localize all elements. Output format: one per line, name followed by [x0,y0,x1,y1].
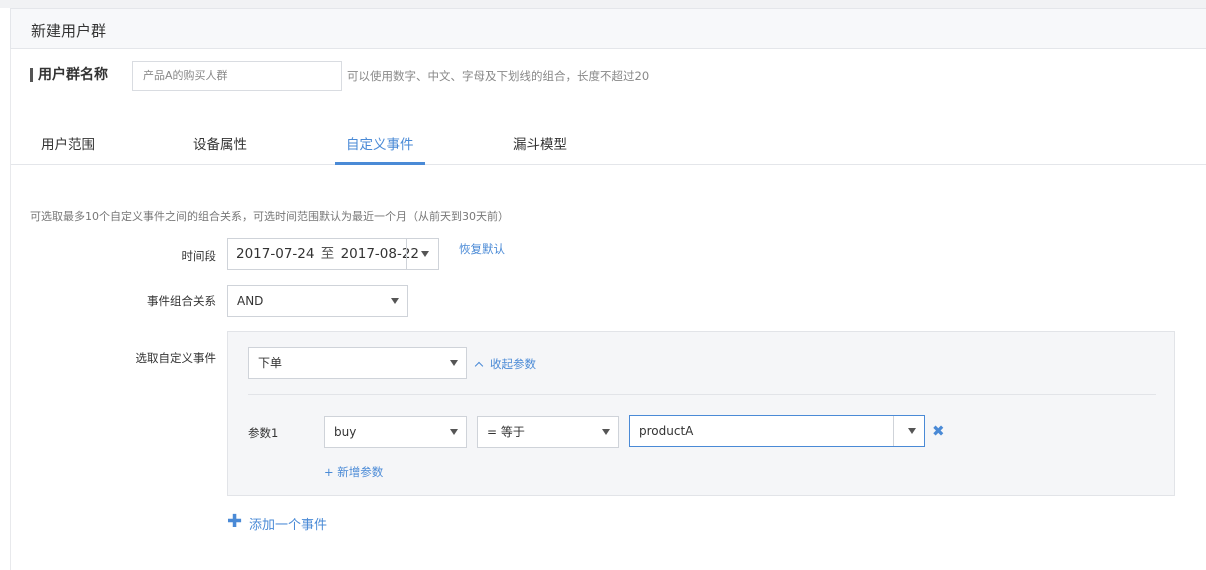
event-select-label: 选取自定义事件 [135,351,217,365]
content-left-border [10,49,11,570]
param-value-divider [893,416,894,446]
param-key-select[interactable]: buy [324,416,467,448]
combination-select[interactable]: AND [227,285,408,317]
param-value-select[interactable]: productA [629,415,925,447]
event-select[interactable]: 下单 [248,347,467,379]
date-range-text: 2017-07-24 至 2017-08-22 [236,239,419,269]
date-separator: 至 [320,246,335,262]
date-range-picker[interactable]: 2017-07-24 至 2017-08-22 [227,238,439,270]
date-range-divider [406,239,407,269]
close-icon[interactable]: ✖ [932,424,945,439]
group-name-input[interactable]: 产品A的购买人群 [132,61,342,91]
tab-funnel-model[interactable]: 漏斗模型 [513,137,567,165]
chevron-down-icon [450,429,458,435]
header-bar: 新建用户群 [10,8,1206,49]
chevron-down-icon [450,360,458,366]
group-name-label: 用户群名称 [30,68,108,82]
tab-user-range[interactable]: 用户范围 [41,137,95,165]
top-strip [0,0,1206,8]
custom-event-note: 可选取最多10个自定义事件之间的组合关系，可选时间范围默认为最近一个月（从前天到… [30,210,509,223]
end-date: 2017-08-22 [340,246,420,262]
panel-divider [248,394,1156,395]
combination-label: 事件组合关系 [147,294,216,308]
plus-icon[interactable]: ✚ [227,513,242,531]
param-operator-select[interactable]: = 等于 [477,416,619,448]
add-event-link[interactable]: 添加一个事件 [249,514,327,533]
collapse-params-link[interactable]: 收起参数 [474,356,536,372]
group-name-hint: 可以使用数字、中文、字母及下划线的组合，长度不超过20 [347,69,650,83]
chevron-down-icon[interactable] [421,251,429,257]
start-date: 2017-07-24 [236,246,315,262]
reset-default-link[interactable]: 恢复默认 [459,241,505,257]
page-title: 新建用户群 [31,22,107,40]
combination-value: AND [237,294,264,308]
event-value: 下单 [258,356,283,370]
param-value: productA [639,424,694,438]
tab-custom-events[interactable]: 自定义事件 [335,137,425,165]
param-operator-value: = 等于 [487,425,525,439]
chevron-down-icon [391,298,399,304]
add-param-link[interactable]: + 新增参数 [324,464,383,480]
param-key-value: buy [334,425,357,439]
chevron-down-icon [908,428,916,434]
chevron-up-icon [474,361,484,371]
param-label: 参数1 [248,426,279,440]
tab-bar: 用户范围 设备属性 自定义事件 漏斗模型 [11,130,1206,165]
tab-device-attributes[interactable]: 设备属性 [193,137,247,165]
collapse-params-label: 收起参数 [490,357,536,371]
chevron-down-icon [602,429,610,435]
period-label: 时间段 [181,249,217,263]
